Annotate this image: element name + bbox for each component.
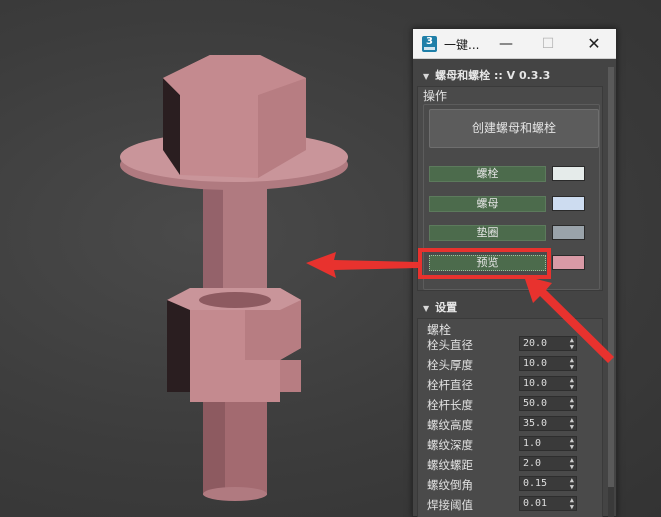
setting-row: 栓杆直径 10.0 ▲ ▼: [427, 375, 587, 393]
setting-label: 螺纹深度: [427, 438, 473, 452]
preview-color-swatch[interactable]: [552, 255, 585, 270]
setting-spinner[interactable]: 1.0 ▲ ▼: [519, 436, 577, 451]
setting-spinner[interactable]: 2.0 ▲ ▼: [519, 456, 577, 471]
setting-label: 螺纹高度: [427, 418, 473, 432]
app-icon: 3: [422, 36, 437, 52]
rollout-header-nuts-bolts[interactable]: ▼螺母和螺栓 :: V 0.3.3 ⁞⁞: [417, 67, 614, 85]
spinner-arrows-icon[interactable]: ▲ ▼: [570, 417, 574, 431]
close-button[interactable]: ✕: [576, 29, 612, 59]
spinner-arrows-icon[interactable]: ▲ ▼: [570, 337, 574, 351]
rollout-title: 螺母和螺栓 :: V 0.3.3: [435, 69, 551, 82]
setting-value[interactable]: 10.0: [523, 378, 547, 389]
maximize-button[interactable]: ☐: [530, 29, 566, 59]
setting-spinner[interactable]: 0.01 ▲ ▼: [519, 496, 577, 511]
setting-value[interactable]: 20.0: [523, 338, 547, 349]
scrollbar[interactable]: [608, 67, 614, 517]
spinner-arrows-icon[interactable]: ▲ ▼: [570, 437, 574, 451]
setting-row: 栓头厚度 10.0 ▲ ▼: [427, 355, 587, 373]
rollout-title: 设置: [435, 301, 458, 314]
setting-value[interactable]: 0.15: [523, 478, 547, 489]
spinner-arrows-icon[interactable]: ▲ ▼: [570, 477, 574, 491]
setting-label: 焊接阈值: [427, 498, 473, 512]
spinner-arrows-icon[interactable]: ▲ ▼: [570, 377, 574, 391]
collapse-triangle-icon: ▼: [423, 72, 430, 81]
setting-value[interactable]: 1.0: [523, 438, 541, 449]
scrollbar-thumb[interactable]: [608, 67, 614, 487]
setting-label: 栓头直径: [427, 338, 473, 352]
spinner-arrows-icon[interactable]: ▲ ▼: [570, 397, 574, 411]
setting-row: 焊接阈值 0.01 ▲ ▼: [427, 495, 587, 513]
setting-label: 螺纹倒角: [427, 478, 473, 492]
operations-label: 操作: [423, 89, 448, 103]
setting-row: 栓杆长度 50.0 ▲ ▼: [427, 395, 587, 413]
setting-value[interactable]: 50.0: [523, 398, 547, 409]
spinner-arrows-icon[interactable]: ▲ ▼: [570, 357, 574, 371]
setting-value[interactable]: 0.01: [523, 498, 547, 509]
setting-spinner[interactable]: 10.0 ▲ ▼: [519, 376, 577, 391]
washer-button[interactable]: 垫圈: [429, 225, 546, 241]
window-titlebar[interactable]: 3 一键... — ☐ ✕: [413, 29, 616, 59]
setting-value[interactable]: 35.0: [523, 418, 547, 429]
setting-row: 栓头直径 20.0 ▲ ▼: [427, 335, 587, 353]
bolt-color-swatch[interactable]: [552, 166, 585, 181]
setting-row: 螺纹倒角 0.15 ▲ ▼: [427, 475, 587, 493]
setting-spinner[interactable]: 10.0 ▲ ▼: [519, 356, 577, 371]
preview-button[interactable]: 预览: [429, 255, 546, 271]
setting-row: 螺纹高度 35.0 ▲ ▼: [427, 415, 587, 433]
setting-spinner[interactable]: 50.0 ▲ ▼: [519, 396, 577, 411]
create-nut-bolt-button[interactable]: 创建螺母和螺栓: [429, 109, 599, 148]
setting-spinner[interactable]: 0.15 ▲ ▼: [519, 476, 577, 491]
setting-spinner[interactable]: 35.0 ▲ ▼: [519, 416, 577, 431]
setting-value[interactable]: 10.0: [523, 358, 547, 369]
bolt-button[interactable]: 螺栓: [429, 166, 546, 182]
setting-label: 螺纹螺距: [427, 458, 473, 472]
collapse-triangle-icon: ▼: [423, 304, 430, 313]
setting-value[interactable]: 2.0: [523, 458, 541, 469]
spinner-arrows-icon[interactable]: ▲ ▼: [570, 497, 574, 511]
nut-color-swatch[interactable]: [552, 196, 585, 211]
spinner-arrows-icon[interactable]: ▲ ▼: [570, 457, 574, 471]
setting-spinner[interactable]: 20.0 ▲ ▼: [519, 336, 577, 351]
script-window: 3 一键... — ☐ ✕ ▼螺母和螺栓 :: V 0.3.3 ⁞⁞ 操作 创建…: [412, 28, 617, 517]
setting-label: 栓杆直径: [427, 378, 473, 392]
window-title: 一键...: [444, 38, 480, 52]
setting-label: 栓头厚度: [427, 358, 473, 372]
rollout-header-settings[interactable]: ▼设置 ⁞⁞: [417, 299, 614, 317]
setting-label: 栓杆长度: [427, 398, 473, 412]
nut-button[interactable]: 螺母: [429, 196, 546, 212]
washer-color-swatch[interactable]: [552, 225, 585, 240]
setting-row: 螺纹深度 1.0 ▲ ▼: [427, 435, 587, 453]
minimize-button[interactable]: —: [488, 29, 524, 59]
setting-row: 螺纹螺距 2.0 ▲ ▼: [427, 455, 587, 473]
